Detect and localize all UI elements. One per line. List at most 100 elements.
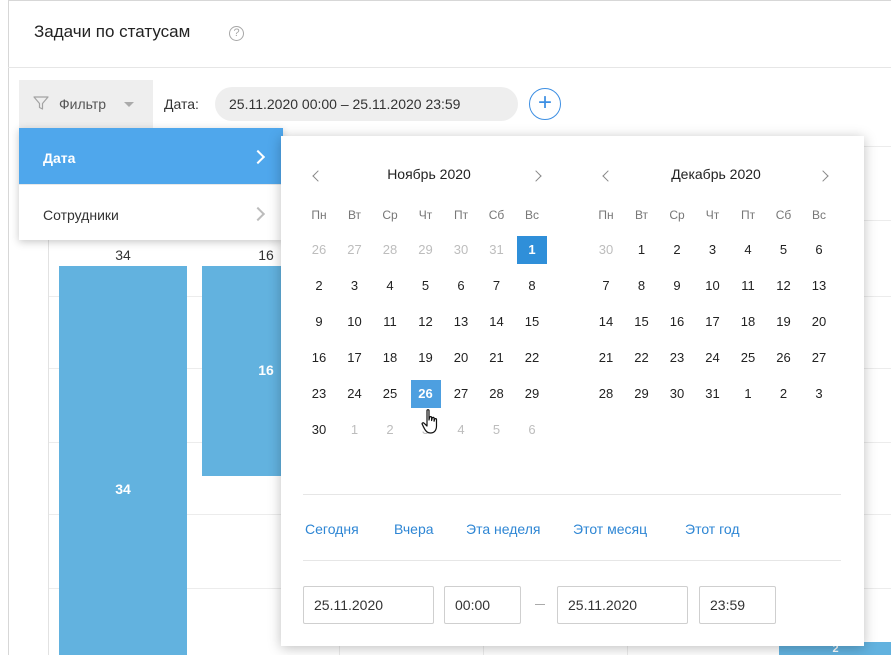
calendar-day[interactable]: 2 bbox=[662, 236, 692, 264]
calendar-day[interactable]: 5 bbox=[769, 236, 799, 264]
calendar-day[interactable]: 26 bbox=[769, 344, 799, 372]
end-date-field[interactable] bbox=[557, 586, 688, 624]
next-month-button[interactable] bbox=[529, 167, 549, 187]
quick-range-this-year[interactable]: Этот год bbox=[685, 521, 740, 537]
calendar-day[interactable]: 28 bbox=[375, 236, 405, 264]
calendar-day[interactable]: 17 bbox=[340, 344, 370, 372]
calendar-day[interactable]: 8 bbox=[517, 272, 547, 300]
start-date-field[interactable] bbox=[303, 586, 434, 624]
filter-button[interactable]: Фильтр bbox=[19, 80, 153, 128]
calendar-day[interactable]: 20 bbox=[446, 344, 476, 372]
start-time-field[interactable] bbox=[444, 586, 521, 624]
calendar-day[interactable]: 11 bbox=[733, 272, 763, 300]
calendar-day[interactable]: 2 bbox=[375, 416, 405, 444]
calendar-day[interactable]: 18 bbox=[733, 308, 763, 336]
calendar-day[interactable]: 27 bbox=[446, 380, 476, 408]
filter-menu-item-employees[interactable]: Сотрудники bbox=[19, 185, 283, 241]
calendar-day[interactable]: 13 bbox=[446, 308, 476, 336]
calendar-day[interactable]: 15 bbox=[627, 308, 657, 336]
calendar-day[interactable]: 28 bbox=[482, 380, 512, 408]
calendar-day[interactable]: 6 bbox=[446, 272, 476, 300]
calendar-day[interactable]: 18 bbox=[375, 344, 405, 372]
quick-range-this-month[interactable]: Этот месяц bbox=[573, 521, 647, 537]
calendar-day[interactable]: 10 bbox=[340, 308, 370, 336]
calendar-day[interactable]: 6 bbox=[517, 416, 547, 444]
calendar-day[interactable]: 2 bbox=[769, 380, 799, 408]
calendar-day[interactable]: 30 bbox=[446, 236, 476, 264]
calendar-day[interactable]: 20 bbox=[804, 308, 834, 336]
next-month-button[interactable] bbox=[816, 167, 836, 187]
calendar-day[interactable]: 31 bbox=[482, 236, 512, 264]
start-time-input[interactable] bbox=[445, 587, 520, 623]
calendar-day[interactable]: 26 bbox=[410, 380, 441, 408]
calendar-day[interactable]: 29 bbox=[517, 380, 547, 408]
bar-1[interactable] bbox=[59, 266, 187, 655]
calendar-day[interactable]: 28 bbox=[591, 380, 621, 408]
calendar-day[interactable]: 30 bbox=[304, 416, 334, 444]
quick-range-today[interactable]: Сегодня bbox=[305, 521, 359, 537]
calendar-day[interactable]: 3 bbox=[698, 236, 728, 264]
calendar-day[interactable]: 3 bbox=[340, 272, 370, 300]
calendar-day[interactable]: 4 bbox=[446, 416, 476, 444]
calendar-day[interactable]: 15 bbox=[517, 308, 547, 336]
calendar-day[interactable]: 6 bbox=[804, 236, 834, 264]
calendar-day[interactable]: 16 bbox=[662, 308, 692, 336]
calendar-day[interactable]: 1 bbox=[627, 236, 657, 264]
filter-menu-item-date[interactable]: Дата bbox=[19, 128, 283, 184]
help-icon[interactable]: ? bbox=[229, 26, 244, 41]
calendar-day[interactable]: 5 bbox=[411, 272, 441, 300]
add-filter-button[interactable]: + bbox=[529, 88, 561, 120]
quick-range-this-week[interactable]: Эта неделя bbox=[466, 521, 540, 537]
calendar-day[interactable]: 27 bbox=[804, 344, 834, 372]
calendar-day[interactable]: 14 bbox=[591, 308, 621, 336]
calendar-day[interactable]: 9 bbox=[662, 272, 692, 300]
calendar-day[interactable]: 8 bbox=[627, 272, 657, 300]
end-time-input[interactable] bbox=[700, 587, 775, 623]
calendar-day[interactable]: 30 bbox=[662, 380, 692, 408]
weekday-label: Вс bbox=[811, 208, 826, 222]
start-date-input[interactable] bbox=[304, 587, 433, 623]
calendar-day[interactable]: 4 bbox=[375, 272, 405, 300]
calendar-day[interactable]: 11 bbox=[375, 308, 405, 336]
end-time-field[interactable] bbox=[699, 586, 776, 624]
calendar-day[interactable]: 14 bbox=[482, 308, 512, 336]
calendar-day[interactable]: 23 bbox=[304, 380, 334, 408]
calendar-day[interactable]: 17 bbox=[698, 308, 728, 336]
calendar-day[interactable]: 1 bbox=[733, 380, 763, 408]
calendar-day[interactable]: 5 bbox=[482, 416, 512, 444]
calendar-day[interactable]: 12 bbox=[411, 308, 441, 336]
calendar-day[interactable]: 26 bbox=[304, 236, 334, 264]
calendar-day[interactable]: 25 bbox=[733, 344, 763, 372]
calendar-day[interactable]: 24 bbox=[340, 380, 370, 408]
calendar-day[interactable]: 1 bbox=[517, 236, 547, 264]
calendar-day[interactable]: 29 bbox=[411, 236, 441, 264]
weekday-label: Пн bbox=[598, 208, 614, 222]
calendar-day[interactable]: 21 bbox=[482, 344, 512, 372]
calendar-day[interactable]: 30 bbox=[591, 236, 621, 264]
calendar-day[interactable]: 4 bbox=[733, 236, 763, 264]
calendar-day[interactable]: 31 bbox=[698, 380, 728, 408]
calendar-day[interactable]: 19 bbox=[411, 344, 441, 372]
calendar-day[interactable]: 2 bbox=[304, 272, 334, 300]
calendar-day[interactable]: 12 bbox=[769, 272, 799, 300]
calendar-day[interactable]: 23 bbox=[662, 344, 692, 372]
calendar-day[interactable]: 13 bbox=[804, 272, 834, 300]
calendar-day[interactable]: 24 bbox=[698, 344, 728, 372]
calendar-day[interactable]: 9 bbox=[304, 308, 334, 336]
calendar-day[interactable]: 25 bbox=[375, 380, 405, 408]
calendar-day[interactable]: 22 bbox=[627, 344, 657, 372]
calendar-day[interactable]: 3 bbox=[804, 380, 834, 408]
calendar-day[interactable]: 27 bbox=[340, 236, 370, 264]
end-date-input[interactable] bbox=[558, 587, 687, 623]
calendar-day[interactable]: 19 bbox=[769, 308, 799, 336]
calendar-day[interactable]: 7 bbox=[482, 272, 512, 300]
calendar-day[interactable]: 10 bbox=[698, 272, 728, 300]
quick-range-yesterday[interactable]: Вчера bbox=[394, 521, 434, 537]
calendar-day[interactable]: 29 bbox=[627, 380, 657, 408]
calendar-day[interactable]: 1 bbox=[340, 416, 370, 444]
date-range-chip[interactable]: 25.11.2020 00:00 – 25.11.2020 23:59 bbox=[215, 87, 518, 121]
calendar-day[interactable]: 7 bbox=[591, 272, 621, 300]
calendar-day[interactable]: 16 bbox=[304, 344, 334, 372]
calendar-day[interactable]: 22 bbox=[517, 344, 547, 372]
calendar-day[interactable]: 21 bbox=[591, 344, 621, 372]
